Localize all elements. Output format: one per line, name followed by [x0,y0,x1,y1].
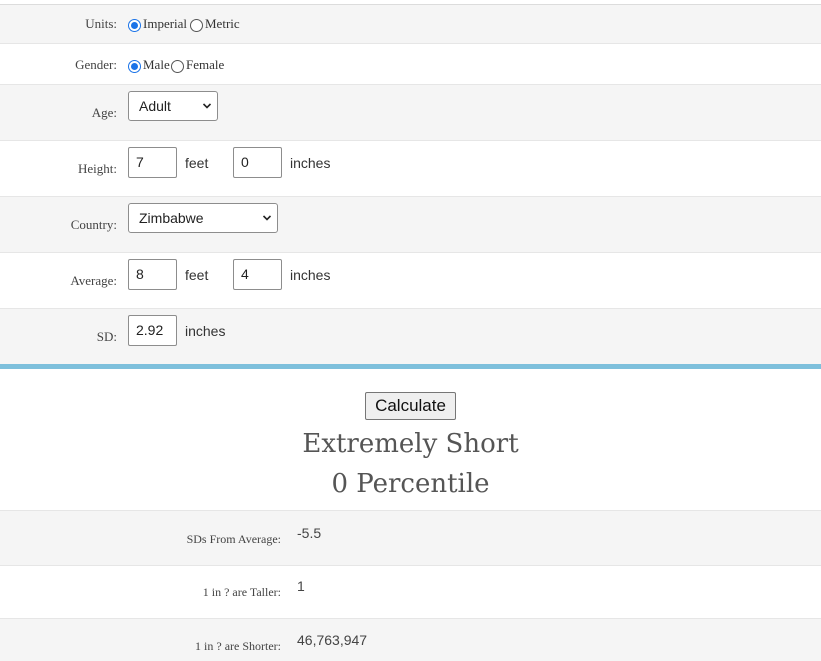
stat-label: 1 in ? are Shorter: [195,639,281,653]
chevron-down-icon [263,215,271,221]
height-feet-input[interactable]: 7 [128,147,177,178]
height-label: Height: [78,161,117,176]
age-label: Age: [91,105,117,120]
country-select[interactable]: Zimbabwe [128,203,278,233]
sd-label: SD: [96,329,117,344]
stat-row-sds: SDs From Average: -5.5 [0,510,821,566]
sd-input[interactable]: 2.92 [128,315,177,346]
country-label: Country: [70,217,117,232]
calculate-button[interactable]: Calculate [365,392,456,420]
units-row: Units: Imperial Metric [0,5,821,44]
age-row: Age: Adult [0,85,821,141]
units-imperial-label[interactable]: Imperial [143,16,187,32]
stat-label: SDs From Average: [186,532,281,546]
country-select-value: Zimbabwe [139,210,204,226]
stat-value: 46,763,947 [297,632,368,648]
average-row: Average: 8 feet 4 inches [0,253,821,309]
stat-value: 1 [297,578,305,594]
height-inches-unit: inches [290,155,331,171]
sd-value: 2.92 [136,322,164,338]
gender-female-radio[interactable] [171,60,184,73]
stat-row-shorter: 1 in ? are Shorter: 46,763,947 [0,619,821,661]
average-feet-unit: feet [185,267,209,283]
accent-divider [0,364,821,369]
units-imperial-radio[interactable] [128,19,141,32]
age-select-value: Adult [139,98,171,114]
sd-row: SD: 2.92 inches [0,309,821,364]
gender-row: Gender: Male Female [0,44,821,85]
height-row: Height: 7 feet 0 inches [0,141,821,197]
height-feet-unit: feet [185,155,209,171]
units-label: Units: [85,16,117,31]
average-inches-input[interactable]: 4 [233,259,282,290]
average-label: Average: [70,273,117,288]
units-metric-label[interactable]: Metric [205,16,240,32]
height-feet-value: 7 [136,154,144,170]
result-percentile: 0 Percentile [331,469,490,499]
country-row: Country: Zimbabwe [0,197,821,253]
gender-female-label[interactable]: Female [186,57,224,73]
height-inches-input[interactable]: 0 [233,147,282,178]
result-category: Extremely Short [302,429,519,459]
stat-row-taller: 1 in ? are Taller: 1 [0,565,821,619]
age-select[interactable]: Adult [128,91,218,121]
average-feet-input[interactable]: 8 [128,259,177,290]
gender-male-label[interactable]: Male [143,57,170,73]
chevron-down-icon [203,103,211,109]
stat-value: -5.5 [297,525,322,541]
units-metric-radio[interactable] [190,19,203,32]
sd-unit: inches [185,323,226,339]
gender-male-radio[interactable] [128,60,141,73]
average-inches-value: 4 [241,266,249,282]
gender-label: Gender: [75,57,117,72]
height-inches-value: 0 [241,154,249,170]
average-feet-value: 8 [136,266,144,282]
average-inches-unit: inches [290,267,331,283]
stat-label: 1 in ? are Taller: [202,585,281,599]
